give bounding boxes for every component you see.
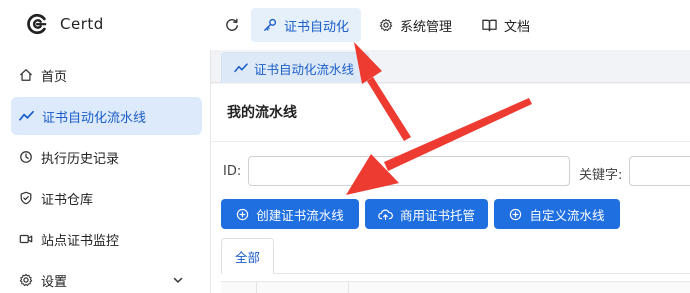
id-input[interactable] xyxy=(248,156,570,186)
column-separator xyxy=(256,281,257,293)
page-title: 我的流水线 xyxy=(227,105,297,121)
video-icon xyxy=(19,234,33,244)
sidebar-item-label: 证书仓库 xyxy=(41,192,94,208)
tab-bar: 证书自动化流水线 xyxy=(211,50,690,83)
sidebar-item-label: 执行历史记录 xyxy=(41,151,120,167)
trend-icon xyxy=(234,63,248,73)
main-area: 证书自动化流水线 我的流水线 ID: 关键字: 创建证书流水线 商用证书托管 自… xyxy=(211,50,690,293)
topnav-cert-automation[interactable]: 证书自动化 xyxy=(251,8,362,42)
chevron-down-icon xyxy=(173,277,183,283)
topnav-label: 证书自动化 xyxy=(284,19,350,35)
book-icon xyxy=(482,19,497,32)
keyword-input[interactable] xyxy=(629,156,690,186)
key-icon xyxy=(264,18,277,31)
refresh-icon xyxy=(226,18,238,31)
sidebar-item-label: 站点证书监控 xyxy=(41,233,120,249)
button-label: 创建证书流水线 xyxy=(256,207,344,223)
history-icon xyxy=(20,151,32,163)
sidebar-item-label: 证书自动化流水线 xyxy=(42,110,147,126)
gear-icon xyxy=(19,273,33,287)
button-label: 自定义流水线 xyxy=(529,207,605,223)
refresh-button[interactable] xyxy=(218,13,246,37)
gear-icon xyxy=(379,18,393,32)
divider xyxy=(211,141,690,142)
plus-circle-icon xyxy=(510,208,522,220)
cloud-upload-icon xyxy=(378,209,393,220)
filter-tab-all[interactable]: 全部 xyxy=(221,238,274,274)
plus-circle-icon xyxy=(237,208,249,220)
trend-icon xyxy=(19,110,34,121)
sidebar: 首页 证书自动化流水线 执行历史记录 证书仓库 站点证书监控 设置 xyxy=(0,50,211,293)
keyword-label: 关键字: xyxy=(579,168,623,183)
sidebar-item-label: 设置 xyxy=(41,274,68,290)
tab-label: 证书自动化流水线 xyxy=(254,61,355,77)
sidebar-item-cert-store[interactable]: 证书仓库 xyxy=(11,179,202,217)
topnav-label: 系统管理 xyxy=(400,19,453,35)
sidebar-item-history[interactable]: 执行历史记录 xyxy=(11,138,202,176)
home-icon xyxy=(20,69,32,81)
custom-pipeline-button[interactable]: 自定义流水线 xyxy=(494,199,620,229)
top-bar: Certd 证书自动化 系统管理 文档 xyxy=(0,0,690,50)
tab-pipeline[interactable]: 证书自动化流水线 xyxy=(221,52,370,83)
column-separator xyxy=(348,281,349,293)
brand-name: Certd xyxy=(60,15,104,33)
topnav-docs[interactable]: 文档 xyxy=(470,8,542,42)
id-label: ID: xyxy=(223,164,242,179)
filter-tab-line xyxy=(273,273,690,274)
button-label: 商用证书托管 xyxy=(399,207,475,223)
topnav-system[interactable]: 系统管理 xyxy=(367,8,464,42)
create-pipeline-button[interactable]: 创建证书流水线 xyxy=(221,199,359,229)
table-header xyxy=(221,281,690,293)
content-card: 我的流水线 ID: 关键字: 创建证书流水线 商用证书托管 自定义流水线 全部 xyxy=(211,84,690,293)
sidebar-item-home[interactable]: 首页 xyxy=(11,56,202,94)
shield-icon xyxy=(20,191,32,205)
sidebar-item-site-monitor[interactable]: 站点证书监控 xyxy=(11,220,202,258)
certd-logo xyxy=(27,13,47,35)
upload-cert-button[interactable]: 商用证书托管 xyxy=(365,199,488,229)
topnav-label: 文档 xyxy=(504,19,531,35)
sidebar-item-pipeline[interactable]: 证书自动化流水线 xyxy=(11,97,202,135)
sidebar-item-label: 首页 xyxy=(41,69,68,85)
sidebar-item-settings[interactable]: 设置 xyxy=(11,261,202,293)
